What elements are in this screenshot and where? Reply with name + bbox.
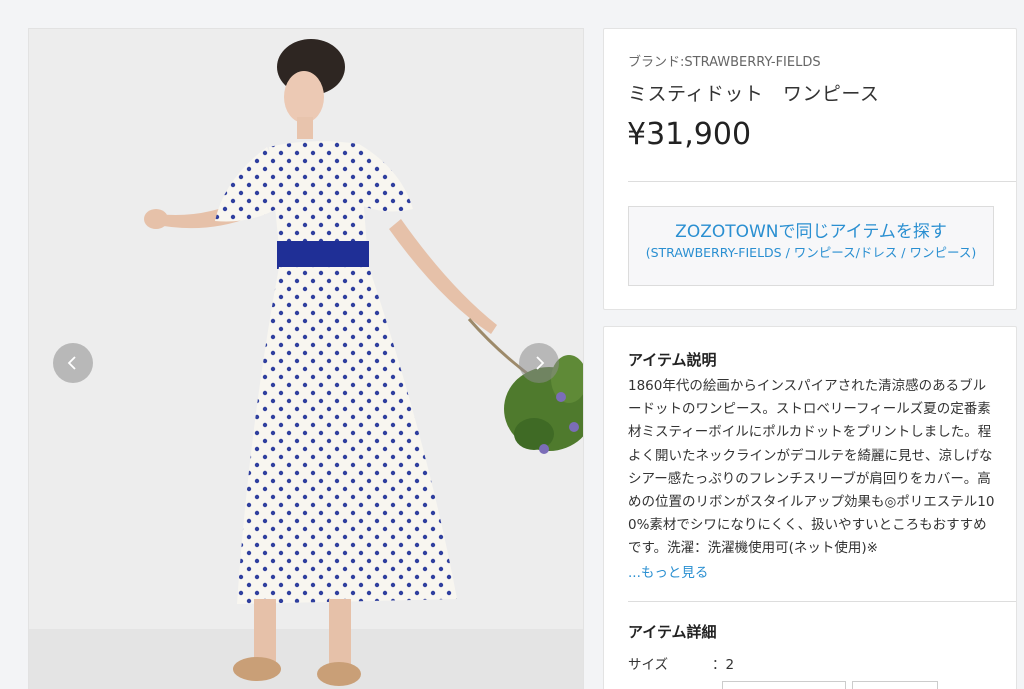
spec-row-size: サイズ ：2 bbox=[628, 653, 734, 673]
product-info-card: ブランド:STRAWBERRY-FIELDS ミスティドット ワンピース ¥31… bbox=[603, 28, 1017, 310]
show-more-link[interactable]: ...もっと見る bbox=[628, 561, 708, 581]
description-heading: アイテム説明 bbox=[628, 351, 717, 369]
gallery-prev-button[interactable] bbox=[53, 343, 93, 383]
product-title: ミスティドット ワンピース bbox=[628, 83, 880, 105]
product-image-gallery bbox=[28, 28, 584, 689]
description-text: 1860年代の絵画からインスパイアされた清涼感のあるブルードットのワンピース。ス… bbox=[628, 378, 995, 557]
gallery-next-button[interactable] bbox=[519, 343, 559, 383]
chevron-right-icon bbox=[536, 356, 545, 370]
product-price: ¥31,900 bbox=[627, 117, 752, 152]
zozotown-search-label: ZOZOTOWNで同じアイテムを探す bbox=[675, 222, 947, 242]
chevron-left-icon bbox=[67, 356, 76, 370]
size-option[interactable] bbox=[722, 681, 846, 689]
zozotown-search-button[interactable]: ZOZOTOWNで同じアイテムを探す (STRAWBERRY-FIELDS / … bbox=[628, 206, 994, 286]
size-option[interactable] bbox=[852, 681, 938, 689]
brand-label: ブランド:STRAWBERRY-FIELDS bbox=[628, 55, 821, 70]
product-photo bbox=[29, 29, 583, 689]
item-description-card: アイテム説明 1860年代の絵画からインスパイアされた清涼感のあるブルードットの… bbox=[603, 326, 1017, 689]
divider bbox=[628, 181, 1016, 182]
details-heading: アイテム詳細 bbox=[628, 623, 717, 641]
zozotown-category-path: (STRAWBERRY-FIELDS / ワンピース/ドレス / ワンピース) bbox=[645, 245, 977, 260]
size-value: ：2 bbox=[712, 657, 735, 673]
size-label: サイズ bbox=[628, 657, 669, 673]
divider bbox=[628, 601, 1016, 602]
